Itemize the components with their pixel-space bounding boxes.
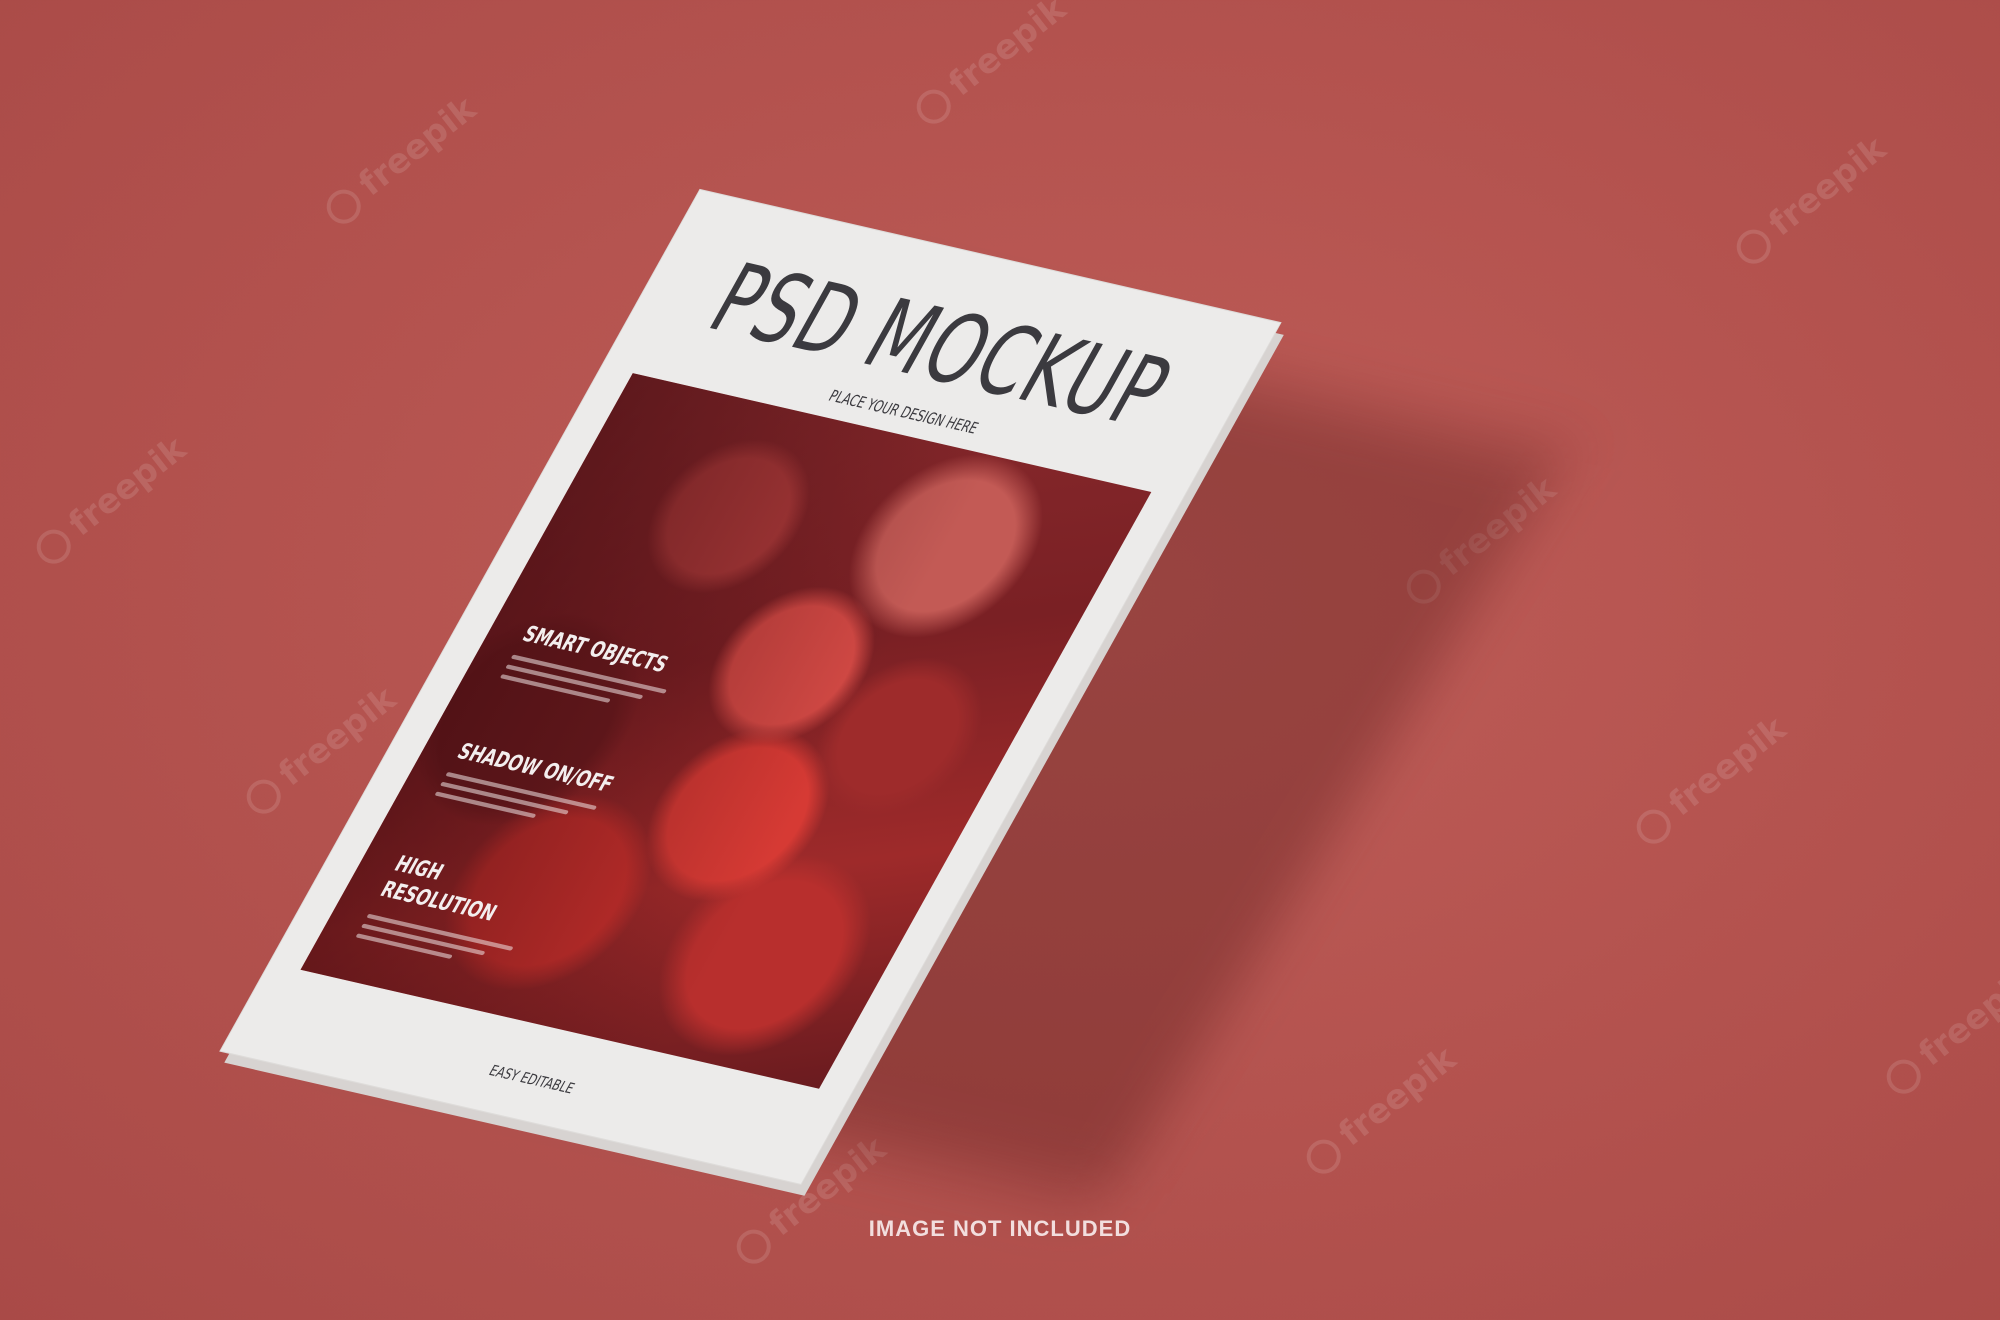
watermark: freepik [1297,1039,1463,1182]
watermark: freepik [27,429,193,572]
watermark: freepik [907,0,1073,131]
watermark: freepik [317,89,483,232]
caption: IMAGE NOT INCLUDED [868,1216,1132,1241]
mockup-scene: freepik freepik freepik freepik freepik … [0,0,2000,1320]
watermark: freepik [1627,709,1793,852]
feature-high-resolution: HIGH RESOLUTION [376,851,502,926]
watermark: freepik [1877,959,2000,1102]
watermark: freepik [1727,129,1893,272]
